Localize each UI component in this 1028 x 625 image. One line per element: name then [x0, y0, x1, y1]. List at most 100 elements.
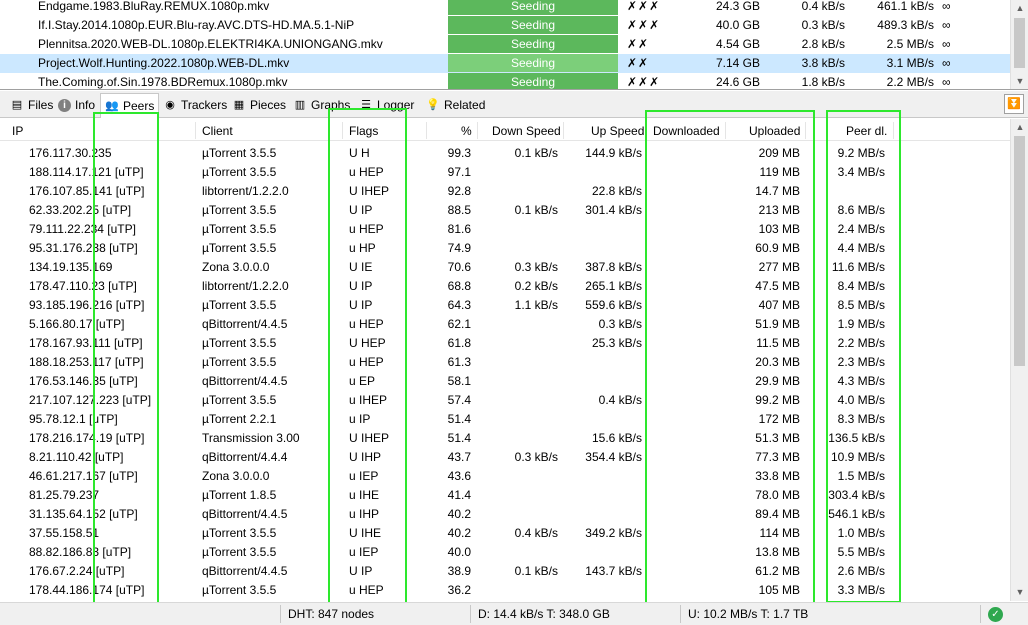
torrent-list[interactable]: Endgame.1983.BluRay.REMUX.1080p.mkv Seedi… [0, 0, 1028, 90]
table-row[interactable]: 176.53.146.35 [uTP] qBittorrent/4.4.5 u EP… [0, 371, 1010, 390]
table-row[interactable]: 5.166.80.17 [uTP] qBittorrent/4.4.5 u HEP 6… [0, 314, 1010, 333]
collapse-panel-button[interactable]: ⏬ [1004, 94, 1024, 114]
torrent-list-scrollbar[interactable]: ▲ ▼ [1010, 0, 1028, 89]
col-client[interactable]: Client [202, 123, 233, 139]
torrent-row[interactable]: Endgame.1983.BluRay.REMUX.1080p.mkv Seedi… [0, 0, 1010, 16]
peer-dl-speed: 8.4 MB/s [837, 279, 885, 293]
tab-info[interactable]: i Info [54, 94, 99, 116]
tab-info-label: Info [75, 98, 96, 112]
col-peer-dl[interactable]: Peer dl. [846, 123, 887, 139]
peer-dl-speed: 2.2 MB/s [837, 336, 885, 350]
peer-dl-speed: 4.3 MB/s [837, 374, 885, 388]
torrent-size: 40.0 GB [715, 18, 760, 32]
table-row[interactable]: 178.216.174.19 [uTP] Transmission 3.00 U I… [0, 428, 1010, 447]
tracker-icon: ◉ [165, 99, 175, 111]
scroll-up-icon[interactable]: ▲ [1011, 119, 1028, 136]
col-divider[interactable] [725, 122, 726, 139]
col-divider[interactable] [563, 122, 564, 139]
table-row[interactable]: 95.31.176.238 [uTP] µTorrent 3.5.5 u HP 74.… [0, 238, 1010, 257]
scroll-thumb[interactable] [1014, 136, 1025, 366]
tab-related[interactable]: 💡 Related [422, 94, 489, 116]
tab-files-label: Files [28, 98, 54, 112]
col-divider[interactable] [805, 122, 806, 139]
peer-client: µTorrent 3.5.5 [202, 393, 277, 407]
table-row[interactable]: 8.21.110.42 [uTP] qBittorrent/4.4.4 U IHP 4… [0, 447, 1010, 466]
download-status[interactable]: D: 14.4 kB/s T: 348.0 GB [478, 607, 610, 621]
table-row[interactable]: 178.47.110.23 [uTP] libtorrent/1.2.2.0 U I… [0, 276, 1010, 295]
col-divider[interactable] [893, 122, 894, 139]
table-row[interactable]: 46.61.217.167 [uTP] Zona 3.0.0.0 u IEP 43.6… [0, 466, 1010, 485]
tab-trackers[interactable]: ◉ Trackers [159, 94, 231, 116]
table-row[interactable]: 79.111.22.234 [uTP] µTorrent 3.5.5 u HEP 81… [0, 219, 1010, 238]
col-divider[interactable] [195, 122, 196, 139]
peer-ip: 188.114.17.121 [uTP] [29, 165, 144, 179]
peer-flags: U IHE [349, 526, 382, 540]
connection-ok-icon[interactable]: ✓ [988, 607, 1003, 622]
tab-files[interactable]: ▤ Files [6, 94, 57, 116]
scroll-down-icon[interactable]: ▼ [1011, 584, 1028, 601]
col-ip[interactable]: IP [12, 123, 23, 139]
table-row[interactable]: 188.18.253.117 [uTP] µTorrent 3.5.5 u HEP 6… [0, 352, 1010, 371]
table-row[interactable]: 176.67.2.24 [uTP] qBittorrent/4.4.5 U IP 38… [0, 561, 1010, 580]
col-downloaded[interactable]: Downloaded [653, 123, 720, 139]
peer-percent: 36.2 [447, 583, 471, 597]
torrent-row[interactable]: Project.Wolf.Hunting.2022.1080p.WEB-DL.m… [0, 54, 1010, 73]
peer-ip: 176.107.85.141 [uTP] [29, 184, 145, 198]
upload-status[interactable]: U: 10.2 MB/s T: 1.7 TB [688, 607, 808, 621]
torrent-row[interactable]: Plennitsa.2020.WEB-DL.1080p.ELEKTRI4KA.U… [0, 35, 1010, 54]
table-row[interactable]: 176.107.85.141 [uTP] libtorrent/1.2.2.0 U … [0, 181, 1010, 200]
peer-downloaded [648, 487, 720, 503]
table-row[interactable]: 93.185.196.216 [uTP] µTorrent 3.5.5 U IP 64… [0, 295, 1010, 314]
table-row[interactable]: 134.19.135.169 Zona 3.0.0.0 U IE 70.6 0.3 kB… [0, 257, 1010, 276]
col-up-speed[interactable]: Up Speed [591, 123, 644, 139]
tab-logger[interactable]: ☰ Logger [355, 94, 418, 116]
peer-client: µTorrent 3.5.5 [202, 336, 277, 350]
col-divider[interactable] [426, 122, 427, 139]
col-divider[interactable] [477, 122, 478, 139]
table-row[interactable]: 95.78.12.1 [uTP] µTorrent 2.2.1 u IP 51.4 17… [0, 409, 1010, 428]
table-row[interactable]: 88.82.186.83 [uTP] µTorrent 3.5.5 u IEP 40.… [0, 542, 1010, 561]
table-row[interactable]: 178.44.186.174 [uTP] µTorrent 3.5.5 u HEP 3… [0, 580, 1010, 599]
peers-scrollbar[interactable]: ▲ ▼ [1010, 119, 1028, 601]
scroll-down-icon[interactable]: ▼ [1011, 73, 1028, 89]
peer-downloaded [648, 373, 720, 389]
col-divider[interactable] [342, 122, 343, 139]
tab-peers-label: Peers [123, 99, 155, 113]
table-row[interactable]: 31.135.64.152 [uTP] qBittorrent/4.4.5 u IH… [0, 504, 1010, 523]
tab-peers[interactable]: 👥 Peers [100, 93, 160, 118]
peer-percent: 99.3 [447, 146, 471, 160]
peer-ip: 88.82.186.83 [uTP] [29, 545, 132, 559]
scroll-thumb[interactable] [1014, 18, 1025, 68]
col-uploaded[interactable]: Uploaded [749, 123, 800, 139]
tab-pieces[interactable]: ▦ Pieces [228, 94, 290, 116]
peer-flags: u IHEP [349, 393, 388, 407]
table-row[interactable]: 37.55.158.51 µTorrent 3.5.5 U IHE 40.2 0.4 k… [0, 523, 1010, 542]
peer-client: qBittorrent/4.4.4 [202, 450, 288, 464]
torrent-up-speed: 0.4 kB/s [801, 0, 845, 13]
table-row[interactable]: 188.114.17.121 [uTP] µTorrent 3.5.5 u HEP 9… [0, 162, 1010, 181]
torrent-row[interactable]: If.I.Stay.2014.1080p.EUR.Blu-ray.AVC.DTS… [0, 16, 1010, 35]
peers-table: IP Client Flags % Down Speed Up Speed Do… [0, 119, 1028, 601]
peer-up-speed: 25.3 kB/s [591, 336, 642, 350]
col-percent[interactable]: % [461, 123, 472, 139]
peer-flags: u HEP [349, 165, 384, 179]
col-down-speed[interactable]: Down Speed [492, 123, 561, 139]
scroll-up-icon[interactable]: ▲ [1011, 0, 1028, 17]
peer-down-speed: 0.1 kB/s [514, 203, 558, 217]
table-row[interactable]: 176.117.30.235 µTorrent 3.5.5 U H 99.3 0.1 k… [0, 143, 1010, 162]
peer-percent: 62.1 [447, 317, 471, 331]
peer-client: qBittorrent/4.4.5 [202, 317, 288, 331]
table-row[interactable]: 217.107.127.223 [uTP] µTorrent 3.5.5 u IHE… [0, 390, 1010, 409]
torrent-size: 7.14 GB [715, 56, 760, 70]
peer-up-speed: 301.4 kB/s [585, 203, 642, 217]
dht-status[interactable]: DHT: 847 nodes [288, 607, 374, 621]
col-flags[interactable]: Flags [349, 123, 378, 139]
table-row[interactable]: 81.25.79.237 µTorrent 1.8.5 u IHE 41.4 78.0 … [0, 485, 1010, 504]
table-row[interactable]: 62.33.202.25 [uTP] µTorrent 3.5.5 U IP 88.5… [0, 200, 1010, 219]
table-row[interactable]: 178.167.93.111 [uTP] µTorrent 3.5.5 U HEP 6… [0, 333, 1010, 352]
col-divider[interactable] [645, 122, 646, 139]
peer-dl-speed: 10.9 MB/s [830, 450, 885, 464]
tab-graphs[interactable]: ▥ Graphs [289, 94, 354, 116]
torrent-row[interactable]: The.Coming.of.Sin.1978.BDRemux.1080p.mkv… [0, 73, 1010, 89]
peer-percent: 97.1 [447, 165, 471, 179]
